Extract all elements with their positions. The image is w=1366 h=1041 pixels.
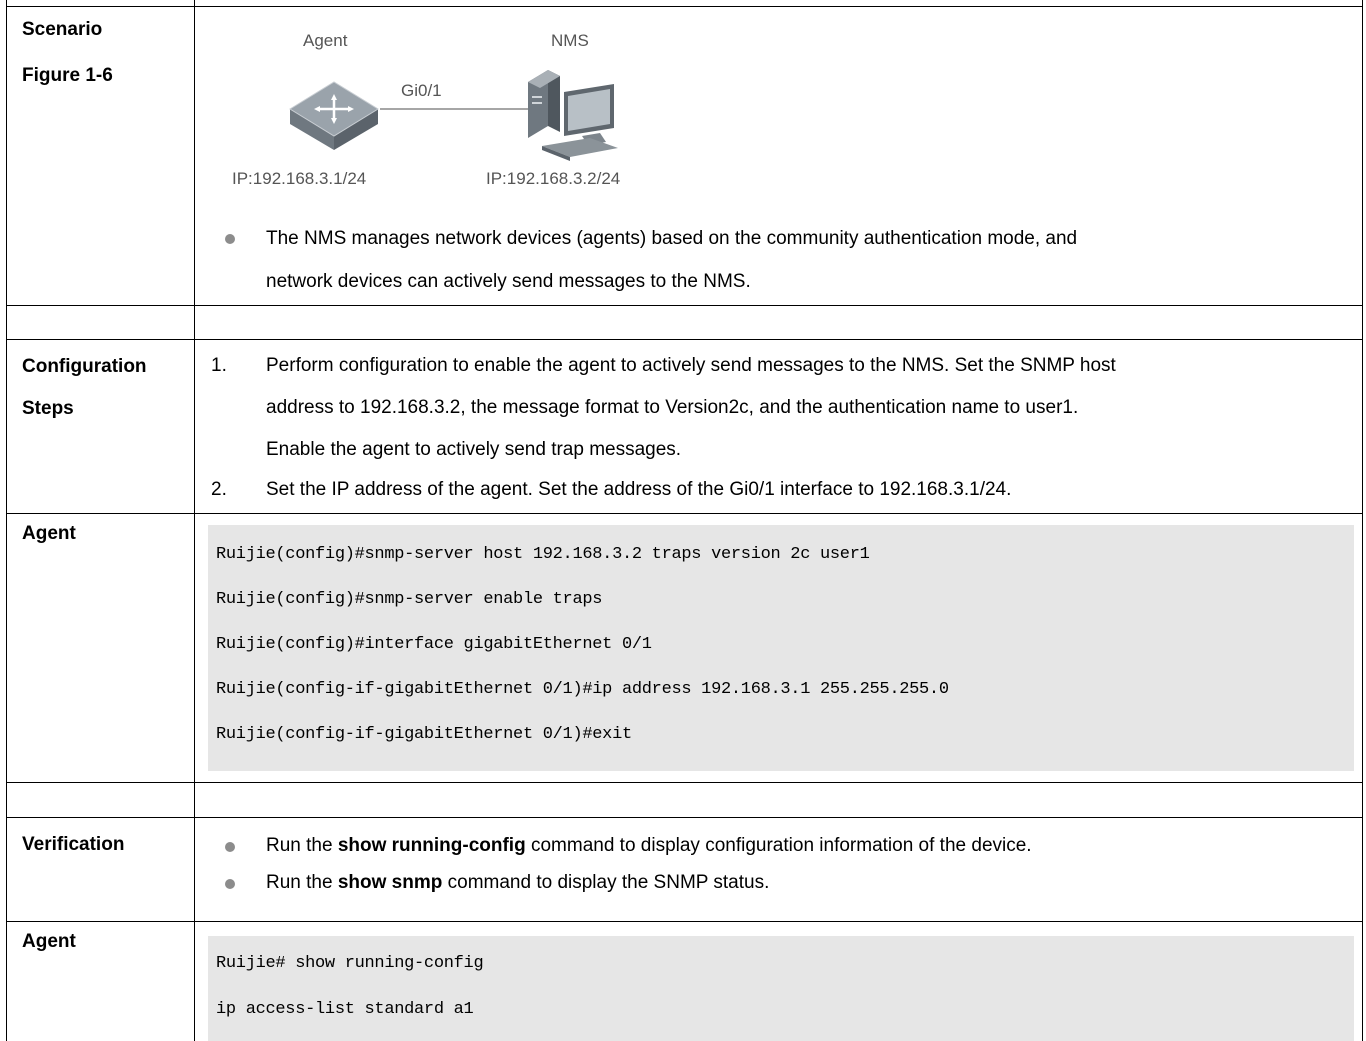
step-number: 1.	[211, 355, 227, 376]
computer-icon	[528, 70, 618, 161]
verification-item-1: Run the show running-config command to d…	[266, 830, 1032, 862]
code-line: Ruijie(config)#snmp-server enable traps	[216, 590, 603, 609]
scenario-description-line2: network devices can actively send messag…	[266, 271, 751, 292]
config-steps-label-2: Steps	[22, 398, 74, 419]
verification-label: Verification	[22, 834, 125, 855]
verification-text: Run the	[266, 835, 338, 856]
agent-ip-label: IP:192.168.3.1/24	[232, 169, 367, 188]
code-line: Ruijie(config-if-gigabitEthernet 0/1)#ip…	[216, 680, 949, 699]
code-line: Ruijie(config-if-gigabitEthernet 0/1)#ex…	[216, 725, 632, 744]
step1-line3: Enable the agent to actively send trap m…	[266, 439, 682, 460]
bullet-icon	[225, 842, 235, 852]
code-block: Ruijie(config)#snmp-server host 192.168.…	[208, 525, 1354, 771]
verification-text: command to display configuration informa…	[525, 835, 1032, 856]
code-block: Ruijie# show running-config ip access-li…	[208, 936, 1354, 1041]
step1-line2: address to 192.168.3.2, the message form…	[266, 397, 1079, 418]
agent-device-label: Agent	[303, 31, 348, 50]
scenario-label: Scenario	[22, 19, 103, 40]
right-border	[1362, 0, 1363, 1041]
config-steps-label: Configuration	[22, 356, 147, 377]
column-divider	[194, 0, 195, 1041]
bullet-icon	[225, 234, 235, 244]
left-border	[6, 0, 7, 1041]
agent-label: Agent	[22, 523, 76, 544]
row-divider	[6, 305, 1363, 306]
row-divider	[6, 817, 1363, 818]
code-line: Ruijie# show running-config	[216, 954, 484, 973]
verification-item-2: Run the show snmp command to display the…	[266, 867, 769, 899]
code-line: ip access-list standard a1	[216, 1000, 474, 1019]
row-divider	[6, 339, 1363, 340]
agent-label: Agent	[22, 931, 76, 952]
row-divider	[6, 921, 1363, 922]
step2-line1: Set the IP address of the agent. Set the…	[266, 479, 1012, 500]
code-line: Ruijie(config)#interface gigabitEthernet…	[216, 635, 652, 654]
row-divider	[6, 6, 1363, 7]
step-number: 2.	[211, 479, 227, 500]
code-line: Ruijie(config)#snmp-server host 192.168.…	[216, 545, 870, 564]
topology-diagram	[289, 70, 618, 161]
switch-icon	[289, 81, 379, 150]
nms-ip-label: IP:192.168.3.2/24	[486, 169, 621, 188]
nms-device-label: NMS	[551, 31, 589, 50]
command-name: show snmp	[337, 872, 443, 893]
command-name: show running-config	[337, 835, 526, 856]
figure-label: Figure 1-6	[22, 65, 113, 86]
row-divider	[6, 782, 1363, 783]
verification-text: command to display the SNMP status.	[442, 872, 770, 893]
bullet-icon	[225, 879, 235, 889]
step1-line1: Perform configuration to enable the agen…	[266, 355, 1116, 376]
verification-text: Run the	[266, 872, 338, 893]
row-divider	[6, 513, 1363, 514]
scenario-description-line1: The NMS manages network devices (agents)…	[266, 228, 1078, 249]
